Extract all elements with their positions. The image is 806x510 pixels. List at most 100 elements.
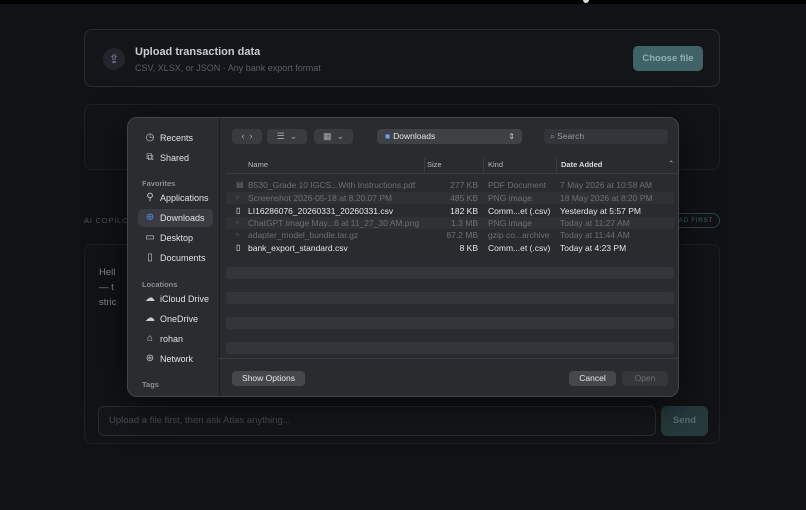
- cancel-button[interactable]: Cancel: [569, 371, 616, 386]
- sidebar-item-label: Documents: [160, 253, 206, 263]
- sidebar-item-desktop[interactable]: ▭ Desktop: [138, 229, 213, 247]
- file-row: ▫ ChatGPT Image May...6 at 11_27_30 AM.p…: [226, 217, 674, 229]
- file-size: 1.3 MB: [451, 218, 478, 228]
- footer-divider: [219, 358, 678, 359]
- empty-row: [226, 342, 674, 354]
- file-date: Today at 11:44 AM: [560, 230, 630, 240]
- download-icon: ⊕: [145, 212, 155, 223]
- header-divider: [226, 173, 678, 174]
- search-placeholder: Search: [557, 131, 585, 141]
- file-size: 182 KB: [450, 206, 478, 216]
- locations-heading: Locations: [142, 280, 178, 289]
- column-header-size[interactable]: Size: [427, 159, 442, 171]
- file-date: 18 May 2026 at 8:20 PM: [560, 193, 653, 203]
- sidebar-item-label: Shared: [160, 153, 190, 163]
- sidebar-item-documents[interactable]: ▯ Documents: [138, 249, 213, 267]
- sidebar-item-applications[interactable]: ⚲ Applications: [138, 189, 213, 207]
- home-icon: ⌂: [146, 333, 154, 344]
- file-date: 7 May 2026 at 10:58 AM: [560, 180, 653, 190]
- empty-row: [226, 292, 674, 304]
- file-date: Today at 11:27 AM: [560, 218, 630, 228]
- file-kind: gzip co...archive: [488, 230, 550, 240]
- file-name: B530_Grade 10 IGCS...With Instructions.p…: [248, 180, 416, 190]
- sidebar-item-label: Network: [160, 354, 194, 364]
- top-bar: [0, 0, 806, 4]
- upload-icon: ⇪: [103, 48, 125, 70]
- column-header-name[interactable]: Name: [248, 159, 268, 171]
- file-size: 87.2 MB: [446, 230, 478, 240]
- upload-subtitle: CSV, XLSX, or JSON · Any bank export for…: [135, 63, 321, 73]
- sidebar-item-downloads[interactable]: ⊕ Downloads: [138, 209, 213, 227]
- desktop-icon: ▭: [145, 232, 155, 243]
- search-input[interactable]: ⌕ Search: [544, 129, 668, 144]
- grid-icon: ▦: [322, 131, 332, 141]
- onedrive-icon: ☁: [145, 313, 155, 324]
- file-row[interactable]: ▯ bank_export_standard.csv 8 KB Comm...e…: [226, 242, 674, 254]
- load-first-badge: AD FIRST: [672, 213, 720, 228]
- sidebar-item-label: iCloud Drive: [160, 294, 210, 304]
- sidebar-item-home[interactable]: ⌂ rohan: [138, 330, 213, 348]
- file-row: ▫ adapter_model_bundle.tar.gz 87.2 MB gz…: [226, 229, 674, 241]
- column-header-kind[interactable]: Kind: [488, 159, 503, 171]
- file-row: ▤ B530_Grade 10 IGCS...With Instructions…: [226, 179, 674, 191]
- sidebar-item-shared[interactable]: ⧉ Shared: [138, 149, 213, 167]
- list-icon: ☰: [276, 131, 285, 141]
- file-name: adapter_model_bundle.tar.gz: [248, 230, 359, 240]
- file-kind: Comm...et (.csv): [488, 206, 551, 216]
- list-view-button[interactable]: ☰ ⌄: [267, 129, 307, 144]
- choose-file-button[interactable]: Choose file: [633, 46, 703, 71]
- sidebar-item-onedrive[interactable]: ☁ OneDrive: [138, 310, 213, 328]
- grid-view-button[interactable]: ▦ ⌄: [314, 129, 353, 144]
- csv-file-icon: ▯: [236, 243, 241, 252]
- column-divider: [483, 158, 484, 172]
- chat-input[interactable]: Upload a file first, then ask Atlas anyt…: [98, 406, 656, 436]
- shared-folder-icon: ⧉: [146, 152, 154, 163]
- column-divider: [556, 158, 557, 172]
- current-folder-label: Downloads: [393, 131, 436, 141]
- sidebar-item-label: OneDrive: [160, 314, 199, 324]
- send-button[interactable]: Send: [661, 406, 708, 436]
- sort-chevron-up-icon[interactable]: ⌃: [668, 158, 674, 170]
- forward-icon[interactable]: ›: [250, 131, 253, 141]
- cloud-icon: ☁: [145, 293, 155, 304]
- clock-icon: ◷: [145, 132, 155, 143]
- pdf-file-icon: ▤: [236, 180, 244, 189]
- image-file-icon: ▫: [236, 218, 239, 227]
- sidebar-item-label: Applications: [160, 193, 209, 203]
- file-name: ChatGPT Image May...6 at 11_27_30 AM.png: [248, 218, 420, 228]
- back-icon[interactable]: ‹: [241, 131, 244, 141]
- file-kind: Comm...et (.csv): [488, 243, 551, 253]
- file-kind: PNG image: [488, 193, 532, 203]
- sidebar-item-network[interactable]: ⊛ Network: [138, 350, 213, 368]
- dialog-sidebar: ◷ Recents ⧉ Shared Favorites ⚲ Applicati…: [128, 118, 220, 396]
- file-size: 8 KB: [459, 243, 478, 253]
- back-forward-buttons[interactable]: ‹ ›: [232, 129, 262, 144]
- file-date: Today at 4:23 PM: [560, 243, 627, 253]
- sidebar-item-label: Recents: [160, 133, 194, 143]
- show-options-button[interactable]: Show Options: [232, 371, 305, 386]
- chevron-down-icon: ⌄: [289, 131, 298, 141]
- updown-arrows-icon: ⇕: [508, 132, 515, 141]
- open-button[interactable]: Open: [622, 371, 668, 386]
- document-icon: ▯: [147, 252, 153, 263]
- file-kind: PNG image: [488, 218, 532, 228]
- folder-location-select[interactable]: ■ Downloads ⇕: [377, 129, 522, 144]
- file-name: LI16286076_20260331_20260331.csv: [248, 206, 394, 216]
- tags-heading: Tags: [142, 380, 159, 389]
- applications-icon: ⚲: [146, 192, 154, 203]
- folder-icon: ■: [385, 131, 391, 141]
- sidebar-item-label: rohan: [160, 334, 184, 344]
- file-date: Yesterday at 5:57 PM: [560, 206, 641, 216]
- sidebar-item-label: Downloads: [160, 213, 205, 223]
- file-name: bank_export_standard.csv: [248, 243, 348, 253]
- column-header-date-added[interactable]: Date Added: [561, 159, 602, 171]
- favorites-heading: Favorites: [142, 179, 176, 188]
- chevron-down-icon: ⌄: [336, 131, 345, 141]
- file-row[interactable]: ▯ LI16286076_20260331_20260331.csv 182 K…: [226, 205, 674, 217]
- file-row: ▫ Screenshot 2026-05-18 at 8.20.07 PM 48…: [226, 192, 674, 204]
- sidebar-item-recents[interactable]: ◷ Recents: [138, 129, 213, 147]
- file-open-dialog: ◷ Recents ⧉ Shared Favorites ⚲ Applicati…: [127, 117, 679, 397]
- file-size: 277 KB: [450, 180, 478, 190]
- upload-card: ⇪ Upload transaction data CSV, XLSX, or …: [84, 29, 720, 87]
- sidebar-item-icloud[interactable]: ☁ iCloud Drive: [138, 290, 213, 308]
